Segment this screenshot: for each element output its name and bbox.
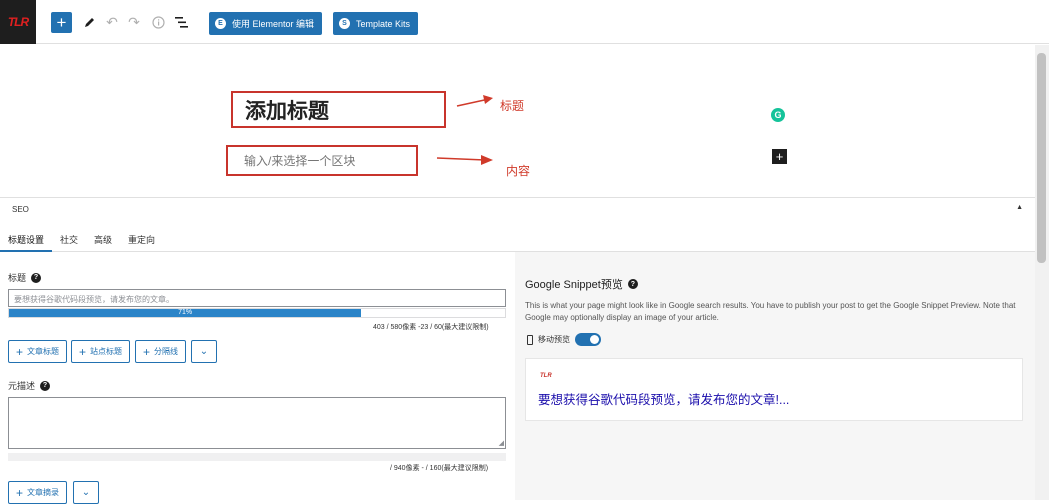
plus-icon: + (143, 344, 151, 359)
scrollbar-thumb[interactable] (1037, 53, 1046, 263)
elementor-button-label: 使用 Elementor 编辑 (232, 19, 315, 29)
insert-site-title-button[interactable]: + 站点标题 (71, 340, 131, 363)
preview-title-link[interactable]: 要想获得谷歌代码段预览，请发布您的文章!... (538, 389, 789, 408)
seo-title-input[interactable]: 要想获得谷歌代码段预览，请发布您的文章。 (8, 289, 506, 307)
post-title-input[interactable]: 添加标题 (231, 91, 446, 128)
plus-icon: + (56, 13, 67, 32)
snippet-preview-heading: Google Snippet预览 ? (525, 276, 638, 292)
edit-with-elementor-button[interactable]: E 使用 Elementor 编辑 (209, 12, 323, 35)
google-preview-card: TLR 要想获得谷歌代码段预览，请发布您的文章!... (525, 358, 1023, 421)
desc-field-label: 元描述 ? (8, 379, 51, 392)
editor-toolbar: TLR + ↶ ↷ E 使用 Elementor 编辑 S Template K… (0, 0, 1049, 44)
meta-description-textarea[interactable]: ◢ (8, 397, 506, 449)
tab-title-settings[interactable]: 标题设置 (0, 228, 53, 252)
seo-fields-panel: 标题 ? 要想获得谷歌代码段预览，请发布您的文章。 71% 403 / 580像… (0, 252, 515, 504)
plus-icon: + (16, 485, 24, 500)
annotation-arrow-content (436, 155, 493, 165)
info-icon[interactable] (149, 13, 167, 31)
mobile-preview-label: 移动预览 (538, 335, 570, 344)
template-kits-button[interactable]: S Template Kits (333, 12, 419, 35)
title-length-progress: 71% (8, 308, 506, 318)
collapse-caret-icon[interactable]: ▲ (1016, 204, 1023, 211)
button-label: 站点标题 (90, 347, 123, 356)
desc-length-counter: / 940像素 - / 160(最大建议限制) (390, 465, 489, 472)
content-block-input[interactable]: 输入/来选择一个区块 (226, 145, 418, 176)
annotation-content-label: 内容 (506, 164, 531, 178)
seo-panel-title: SEO (12, 205, 29, 214)
template-kits-icon: S (339, 18, 350, 29)
toggle-knob (590, 335, 599, 344)
snippet-preview-panel: Google Snippet预览 ? This is what your pag… (515, 252, 1035, 500)
site-favicon: TLR (540, 373, 552, 379)
more-variables-button[interactable]: ⌄ (191, 340, 217, 363)
title-progress-fill: 71% (9, 309, 362, 317)
pencil-icon[interactable] (80, 13, 98, 31)
button-label: 文章摘录 (27, 488, 60, 497)
template-kits-label: Template Kits (356, 18, 411, 29)
chevron-down-icon: ⌄ (199, 346, 209, 357)
tab-advanced[interactable]: 高级 (86, 228, 120, 252)
list-view-icon[interactable] (172, 13, 190, 31)
desc-length-progress (8, 453, 506, 461)
seo-tabs: 标题设置 社交 高级 重定向 (0, 228, 1035, 252)
redo-icon[interactable]: ↷ (125, 13, 143, 31)
help-icon[interactable]: ? (40, 380, 51, 391)
button-label: 分隔线 (154, 347, 179, 356)
plus-icon: + (79, 344, 87, 359)
plus-icon: + (775, 149, 784, 164)
resize-handle-icon[interactable]: ◢ (499, 439, 504, 447)
annotation-arrow-title (456, 95, 493, 107)
insert-separator-button[interactable]: + 分隔线 (135, 340, 187, 363)
plus-icon: + (16, 344, 24, 359)
insert-post-title-button[interactable]: + 文章标题 (8, 340, 68, 363)
chevron-down-icon: ⌄ (81, 487, 91, 498)
tab-redirect[interactable]: 重定向 (120, 228, 163, 252)
more-desc-variables-button[interactable]: ⌄ (73, 481, 99, 504)
desc-label-text: 元描述 (8, 381, 36, 391)
block-inserter-button[interactable]: + (772, 149, 787, 164)
seo-panel-header[interactable]: SEO ▲ (0, 197, 1035, 219)
site-logo[interactable]: TLR (0, 0, 36, 44)
page-scrollbar[interactable] (1035, 45, 1049, 500)
button-label: 文章标题 (27, 347, 60, 356)
annotation-title-label: 标题 (500, 99, 525, 113)
add-block-button[interactable]: + (51, 12, 72, 33)
tab-social[interactable]: 社交 (52, 228, 86, 252)
undo-icon[interactable]: ↶ (103, 13, 121, 31)
editor-canvas: 添加标题 标题 输入/来选择一个区块 内容 G + (0, 45, 1035, 195)
elementor-icon: E (215, 18, 226, 29)
title-field-label: 标题 ? (8, 271, 42, 284)
help-icon[interactable]: ? (627, 279, 638, 289)
mobile-preview-row: 移动预览 (527, 333, 601, 346)
insert-excerpt-button[interactable]: + 文章摘录 (8, 481, 68, 504)
title-label-text: 标题 (8, 273, 27, 283)
snippet-title-text: Google Snippet预览 (525, 279, 623, 291)
title-length-counter: 403 / 580像素 -23 / 60(最大建议限制) (373, 324, 489, 331)
phone-icon (527, 334, 533, 345)
grammarly-icon[interactable]: G (771, 108, 785, 122)
help-icon[interactable]: ? (31, 272, 42, 283)
snippet-description: This is what your page might look like i… (525, 301, 1016, 322)
mobile-preview-toggle[interactable] (575, 333, 601, 346)
